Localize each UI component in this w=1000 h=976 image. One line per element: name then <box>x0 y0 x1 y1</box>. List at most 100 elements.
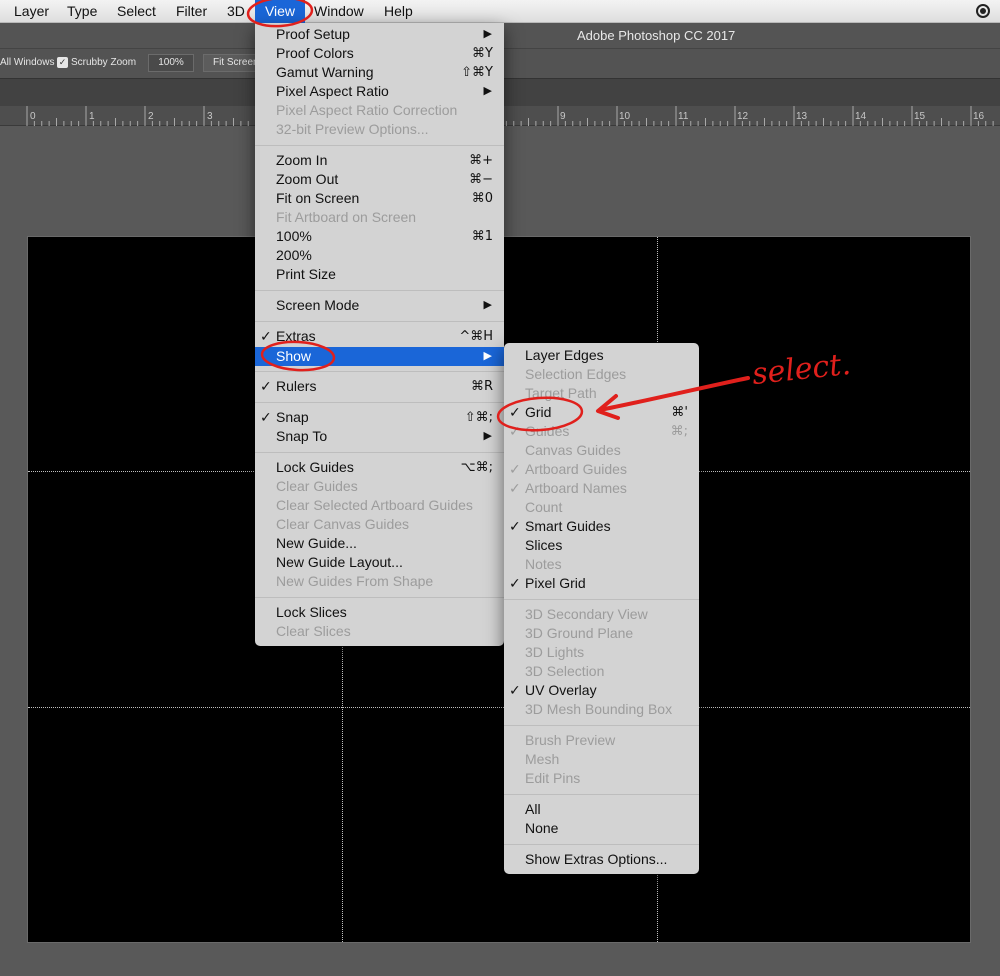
menu-item-print-size[interactable]: Print Size <box>255 265 504 284</box>
checkmark-icon: ✓ <box>509 423 521 439</box>
menu-separator <box>255 452 504 453</box>
menu-separator <box>504 725 699 726</box>
menu-item-artboard-names: ✓ Artboard Names <box>509 480 627 496</box>
menu-item-snap-to[interactable]: Snap To ▶ <box>255 427 504 446</box>
menu-item-grid[interactable]: ✓ Grid ⌘' <box>504 403 699 422</box>
menu-item-target-path: Target Path <box>525 385 597 401</box>
menu-item-smart-guides[interactable]: ✓ Smart Guides <box>504 517 699 536</box>
menu-separator <box>255 290 504 291</box>
view-menu: Proof Setup ▶ Proof Colors ⌘Y Gamut Warnin… <box>255 23 504 646</box>
menu-item-zoom-out[interactable]: Zoom Out ⌘− <box>255 170 504 189</box>
ruler-number: 10 <box>619 111 631 122</box>
scrubby-zoom-label[interactable]: Scrubby Zoom <box>71 57 136 68</box>
menu-item-mesh: Mesh <box>525 751 560 767</box>
menu-item-proof-colors[interactable]: Proof Colors ⌘Y <box>255 44 504 63</box>
checkmark-icon: ✓ <box>509 480 521 496</box>
menu-item-show[interactable]: Show ▶ <box>255 347 504 366</box>
menu-separator <box>255 321 504 322</box>
menu-item-clear-guides: Clear Guides <box>276 478 358 494</box>
menu-item-lock-slices[interactable]: Lock Slices <box>255 603 504 622</box>
checkmark-icon: ✓ <box>509 575 521 591</box>
checkmark-icon: ✓ <box>509 682 521 698</box>
checkmark-icon: ✓ <box>260 409 272 425</box>
menu-separator <box>255 597 504 598</box>
menu-item-new-guide-layout[interactable]: New Guide Layout... <box>255 553 504 572</box>
ruler-number: 14 <box>855 111 867 122</box>
menu-item-200-percent[interactable]: 200% <box>255 246 504 265</box>
menu-item-new-guides-from-shape: New Guides From Shape <box>276 573 434 589</box>
menu-view[interactable]: View <box>255 0 305 23</box>
scrubby-zoom-checkbox[interactable]: ✓ <box>57 57 68 68</box>
show-submenu: Layer Edges Selection Edges Target Path … <box>504 343 699 874</box>
menu-item-clear-canvas-guides: Clear Canvas Guides <box>276 516 410 532</box>
menu-item-clear-slices: Clear Slices <box>276 623 351 639</box>
menu-item-slices[interactable]: Slices <box>504 536 699 555</box>
menu-item-layer-edges[interactable]: Layer Edges <box>504 346 699 365</box>
menu-item-none[interactable]: None <box>504 819 699 838</box>
menu-separator <box>255 371 504 372</box>
menu-item-extras[interactable]: ✓ Extras ^⌘H <box>255 327 504 346</box>
ruler-number: 0 <box>30 111 36 122</box>
menu-item-lock-guides[interactable]: Lock Guides ⌥⌘; <box>255 458 504 477</box>
submenu-arrow-icon: ▶ <box>483 299 492 311</box>
submenu-arrow-icon: ▶ <box>483 350 492 362</box>
ruler-number: 12 <box>737 111 749 122</box>
checkmark-icon: ✓ <box>509 404 521 420</box>
menu-select[interactable]: Select <box>117 3 156 19</box>
menu-item-artboard-guides: ✓ Artboard Guides <box>509 461 627 477</box>
menu-item-brush-preview: Brush Preview <box>525 732 616 748</box>
submenu-arrow-icon: ▶ <box>483 28 492 40</box>
menu-item-count: Count <box>525 499 563 515</box>
menu-item-all[interactable]: All <box>504 800 699 819</box>
menu-3d[interactable]: 3D <box>227 3 245 19</box>
grid-line-horizontal <box>28 707 970 708</box>
menu-item-32bit-preview-options: 32-bit Preview Options... <box>276 121 429 137</box>
menu-item-uv-overlay[interactable]: ✓ UV Overlay <box>504 681 699 700</box>
menu-item-screen-mode[interactable]: Screen Mode ▶ <box>255 296 504 315</box>
zoom-100-button[interactable]: 100% <box>148 54 194 72</box>
menu-item-3d-lights: 3D Lights <box>525 644 585 660</box>
ruler-number: 9 <box>560 111 566 122</box>
menu-separator <box>255 145 504 146</box>
checkmark-icon: ✓ <box>260 328 272 344</box>
menu-item-pixel-grid[interactable]: ✓ Pixel Grid <box>504 574 699 593</box>
menu-item-rulers[interactable]: ✓ Rulers ⌘R <box>255 377 504 396</box>
checkmark-icon: ✓ <box>260 378 272 394</box>
menu-item-snap[interactable]: ✓ Snap ⇧⌘; <box>255 408 504 427</box>
menu-item-show-extras-options[interactable]: Show Extras Options... <box>504 850 699 869</box>
menu-item-3d-secondary-view: 3D Secondary View <box>525 606 648 622</box>
menu-layer[interactable]: Layer <box>14 3 49 19</box>
menu-item-fit-artboard: Fit Artboard on Screen <box>276 209 417 225</box>
menu-item-new-guide[interactable]: New Guide... <box>255 534 504 553</box>
ruler-number: 15 <box>914 111 926 122</box>
submenu-arrow-icon: ▶ <box>483 85 492 97</box>
menu-item-gamut-warning[interactable]: Gamut Warning ⇧⌘Y <box>255 63 504 82</box>
menu-item-pixel-aspect-ratio[interactable]: Pixel Aspect Ratio ▶ <box>255 82 504 101</box>
menu-item-pixel-aspect-ratio-correction: Pixel Aspect Ratio Correction <box>276 102 458 118</box>
menu-item-proof-setup[interactable]: Proof Setup ▶ <box>255 25 504 44</box>
menu-item-clear-selected-artboard-guides: Clear Selected Artboard Guides <box>276 497 473 513</box>
checkmark-icon: ✓ <box>509 518 521 534</box>
menu-type[interactable]: Type <box>67 3 97 19</box>
menu-separator <box>255 402 504 403</box>
menu-item-edit-pins: Edit Pins <box>525 770 581 786</box>
ruler-number: 11 <box>678 111 689 122</box>
fit-screen-button[interactable]: Fit Screen <box>203 54 259 72</box>
all-windows-label[interactable]: All Windows <box>0 57 54 68</box>
menu-window[interactable]: Window <box>314 3 364 19</box>
ruler-number: 13 <box>796 111 808 122</box>
creative-cloud-icon[interactable] <box>976 4 990 18</box>
menu-help[interactable]: Help <box>384 3 413 19</box>
menu-item-zoom-in[interactable]: Zoom In ⌘+ <box>255 151 504 170</box>
menu-bar: Layer Type Select Filter 3D View Window … <box>0 0 1000 23</box>
menu-item-100-percent[interactable]: 100% ⌘1 <box>255 227 504 246</box>
ruler-number: 1 <box>89 111 95 122</box>
window-title: Adobe Photoshop CC 2017 <box>577 28 736 43</box>
menu-separator <box>504 599 699 600</box>
menu-item-fit-on-screen[interactable]: Fit on Screen ⌘0 <box>255 189 504 208</box>
checkmark-icon: ✓ <box>509 461 521 477</box>
menu-filter[interactable]: Filter <box>176 3 207 19</box>
menu-separator <box>504 794 699 795</box>
menu-item-selection-edges: Selection Edges <box>525 366 627 382</box>
menu-item-3d-mesh-bounding-box: 3D Mesh Bounding Box <box>525 701 673 717</box>
